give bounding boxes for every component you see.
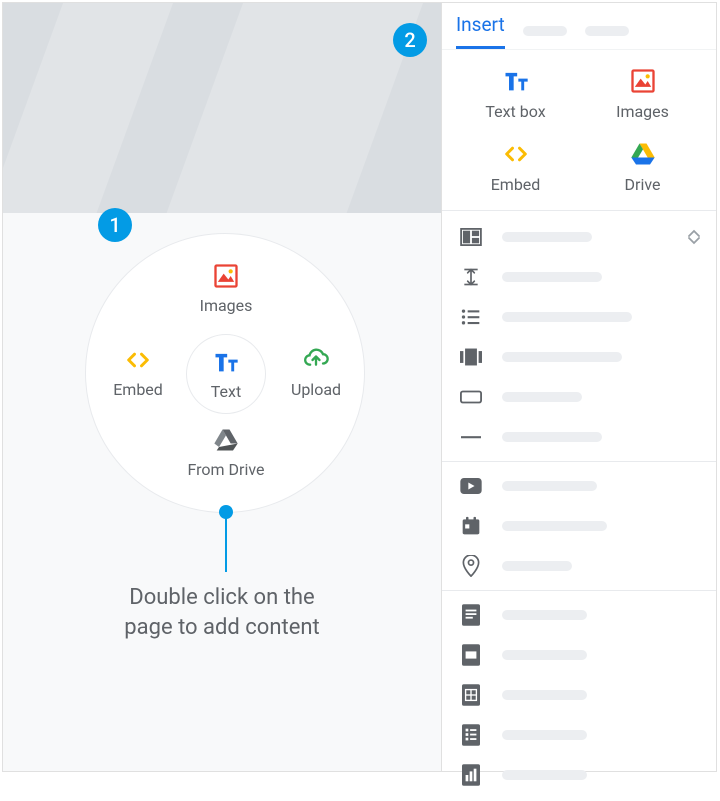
radial-embed-label: Embed (113, 380, 163, 399)
radial-embed-button[interactable]: Embed (98, 344, 178, 399)
insert-drive-label: Drive (625, 175, 661, 194)
insert-list-item-charts[interactable] (442, 755, 716, 795)
list-item-label-placeholder (502, 690, 587, 700)
radial-text-label: Text (211, 382, 241, 401)
insert-list-item-layout[interactable] (442, 217, 716, 257)
radial-images-button[interactable]: Images (186, 260, 266, 315)
insert-embed-tile[interactable]: Embed (452, 139, 579, 194)
list-item-label-placeholder (502, 770, 587, 780)
callout-pointer-line (225, 512, 227, 572)
radial-insert-menu: Images Upload From Drive Embed (85, 233, 365, 513)
toc-icon (458, 306, 484, 328)
list-item-label-placeholder (502, 610, 587, 620)
map-icon (458, 555, 484, 577)
slides-icon (458, 644, 484, 666)
insert-list-item-forms[interactable] (442, 715, 716, 755)
radial-images-label: Images (200, 296, 253, 315)
tab-insert[interactable]: Insert (456, 13, 505, 49)
button-icon (458, 386, 484, 408)
embed-icon (502, 139, 530, 169)
insert-list-item-divider[interactable] (442, 417, 716, 457)
forms-icon (458, 724, 484, 746)
drive-icon (629, 139, 657, 169)
insert-list-item-calendar[interactable] (442, 506, 716, 546)
drive-icon (212, 424, 240, 456)
insert-images-tile[interactable]: Images (579, 66, 706, 121)
embed-icon (124, 344, 152, 376)
insert-list-item-collapsible[interactable] (442, 257, 716, 297)
youtube-icon (458, 475, 484, 497)
list-divider (442, 461, 716, 462)
annotation-marker-2: 2 (393, 23, 427, 57)
list-item-label-placeholder (502, 352, 622, 362)
carousel-icon (458, 346, 484, 368)
tab-placeholder[interactable] (585, 26, 629, 36)
canvas-hint-text: Double click on the page to add content (3, 583, 441, 642)
stepper-control[interactable] (688, 229, 700, 245)
list-item-label-placeholder (502, 312, 632, 322)
radial-upload-label: Upload (291, 380, 341, 399)
list-item-label-placeholder (502, 432, 602, 442)
list-item-label-placeholder (502, 730, 587, 740)
insert-textbox-tile[interactable]: Text box (452, 66, 579, 121)
upload-icon (302, 344, 330, 376)
canvas-area[interactable]: 2 1 Images Upload From Drive (3, 3, 441, 771)
list-divider (442, 590, 716, 591)
insert-tile-grid: Text box Images Embed Drive (442, 50, 716, 211)
radial-text-button[interactable]: Text (186, 346, 266, 401)
layout-icon (458, 226, 484, 248)
divider-icon (458, 426, 484, 448)
insert-option-list (442, 211, 716, 801)
insert-list-item-docs[interactable] (442, 595, 716, 635)
collapsible-icon (458, 266, 484, 288)
radial-from-drive-label: From Drive (188, 460, 265, 479)
insert-list-item-slides[interactable] (442, 635, 716, 675)
docs-icon (458, 604, 484, 626)
tab-placeholder[interactable] (523, 26, 567, 36)
calendar-icon (458, 515, 484, 537)
images-icon (629, 66, 657, 96)
list-item-label-placeholder (502, 521, 607, 531)
sheets-icon (458, 684, 484, 706)
list-item-label-placeholder (502, 561, 572, 571)
radial-from-drive-button[interactable]: From Drive (176, 424, 276, 479)
radial-upload-button[interactable]: Upload (276, 344, 356, 399)
panel-tabs: Insert (442, 3, 716, 50)
insert-embed-label: Embed (491, 175, 541, 194)
insert-list-item-sheets[interactable] (442, 675, 716, 715)
insert-side-panel: Insert Text box Images Embed (441, 3, 716, 771)
list-item-label-placeholder (502, 232, 592, 242)
insert-images-label: Images (616, 102, 669, 121)
insert-list-item-toc[interactable] (442, 297, 716, 337)
list-item-label-placeholder (502, 650, 587, 660)
list-item-label-placeholder (502, 481, 597, 491)
text-icon (212, 346, 240, 378)
insert-list-item-youtube[interactable] (442, 466, 716, 506)
list-item-label-placeholder (502, 392, 582, 402)
charts-icon (458, 764, 484, 786)
insert-drive-tile[interactable]: Drive (579, 139, 706, 194)
insert-list-item-button[interactable] (442, 377, 716, 417)
list-item-label-placeholder (502, 272, 602, 282)
insert-list-item-carousel[interactable] (442, 337, 716, 377)
annotation-marker-1: 1 (98, 208, 132, 242)
images-icon (212, 260, 240, 292)
insert-list-item-map[interactable] (442, 546, 716, 586)
insert-textbox-label: Text box (485, 102, 545, 121)
page-banner (3, 3, 441, 213)
text-icon (502, 66, 530, 96)
